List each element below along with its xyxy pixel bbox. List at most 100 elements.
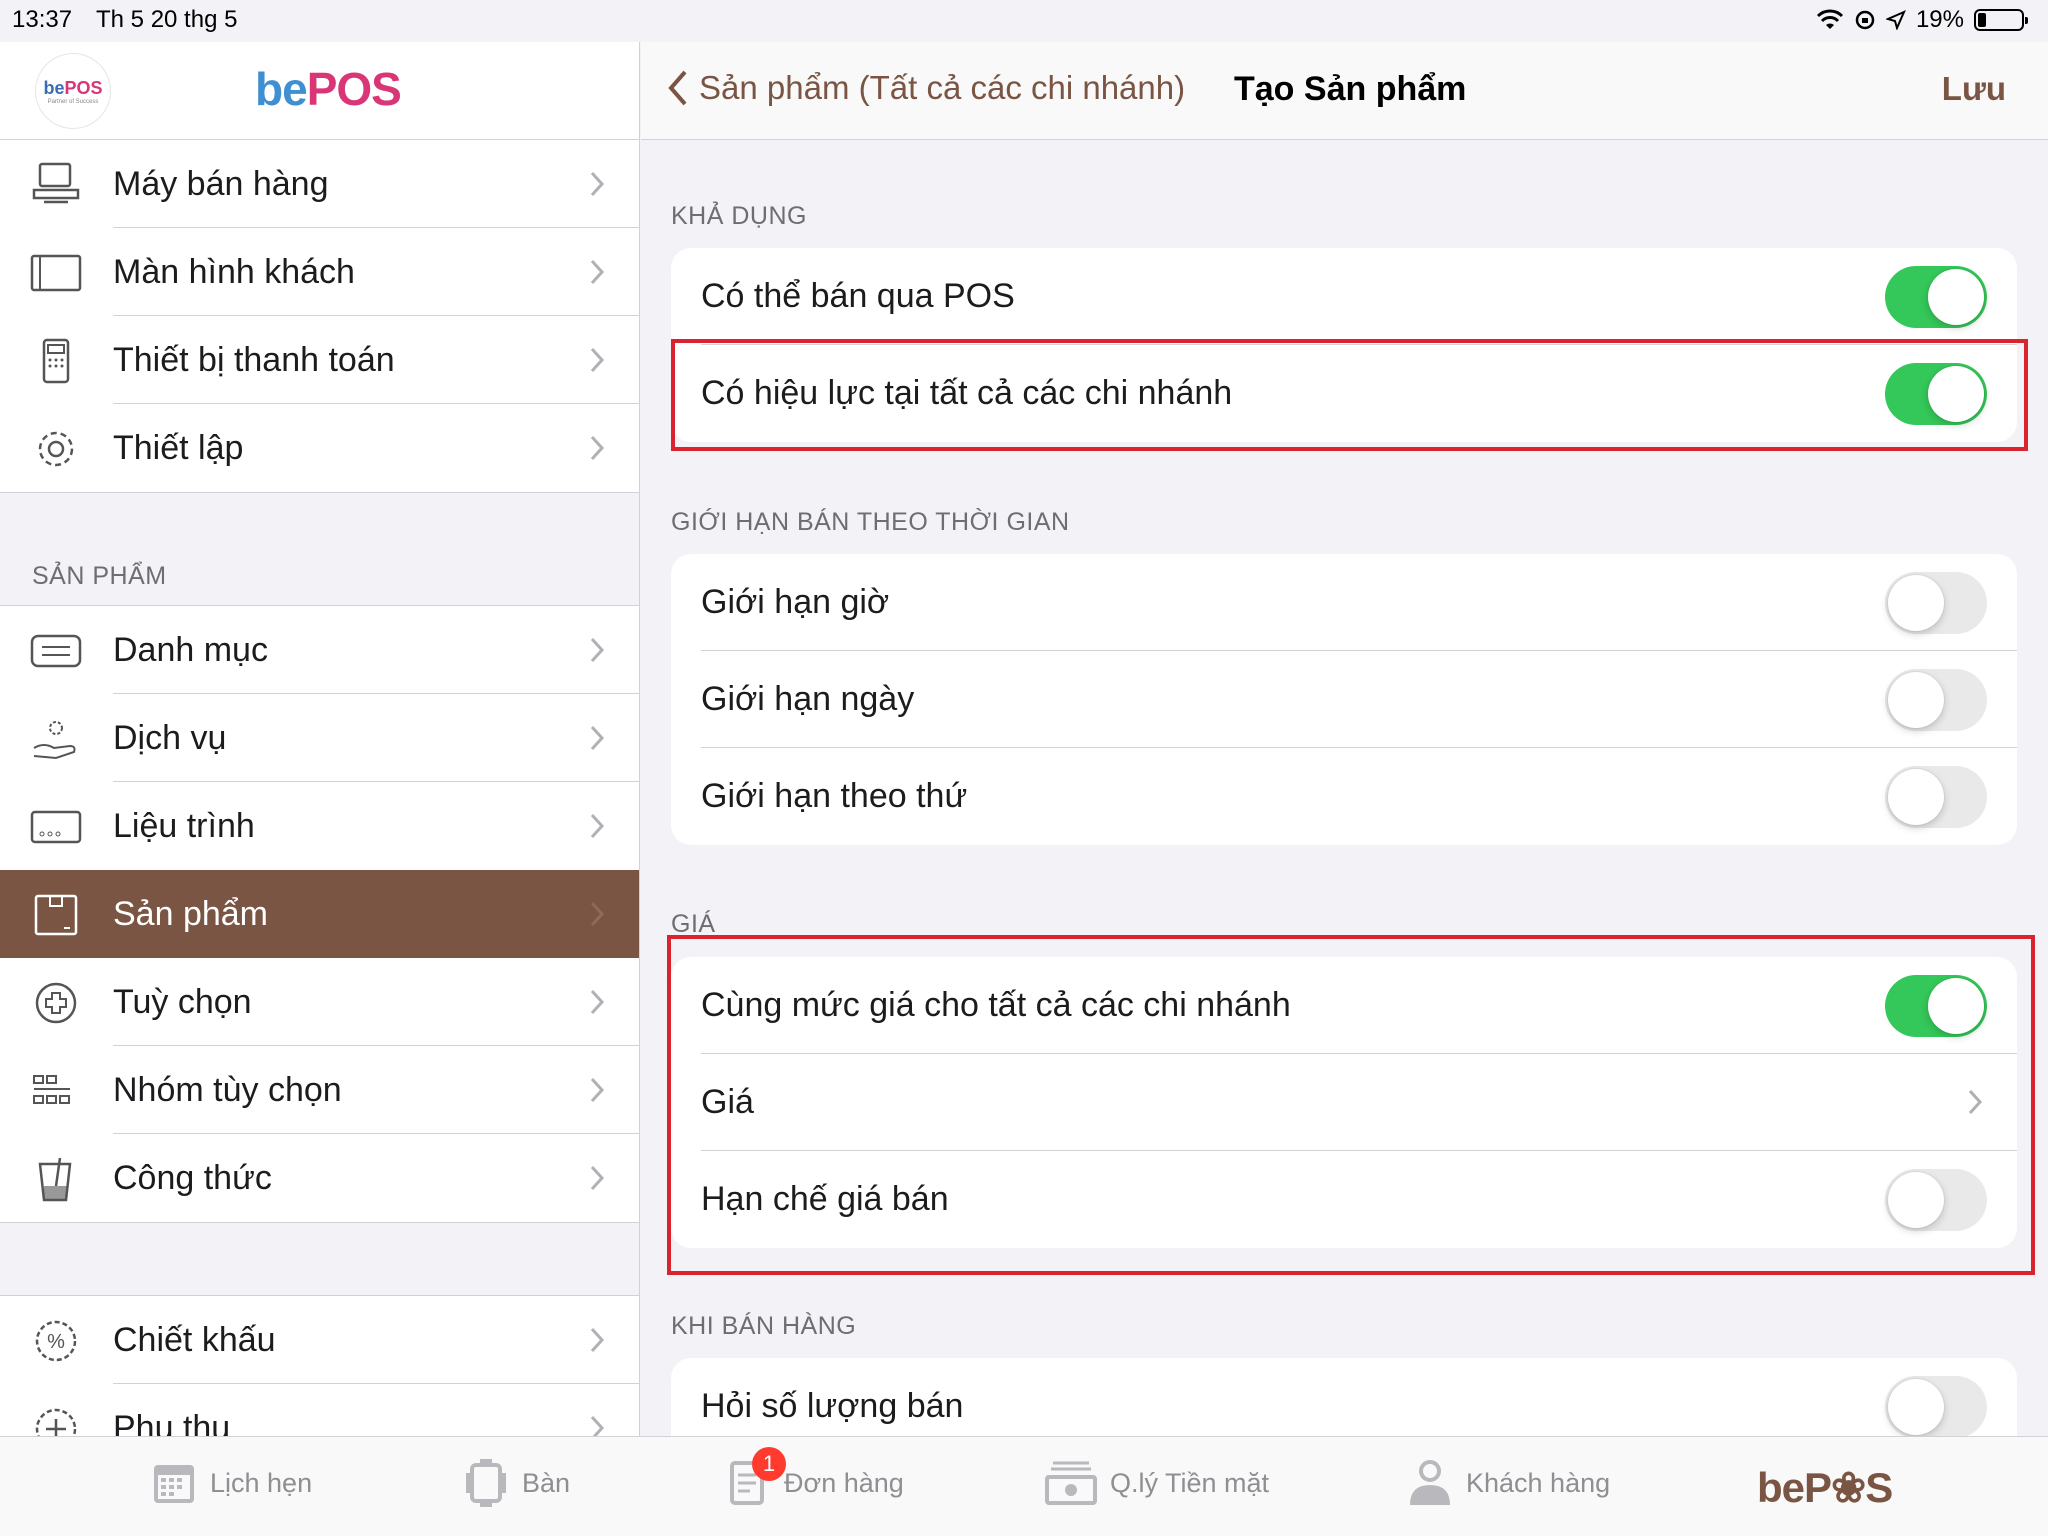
restrict-price-toggle[interactable] xyxy=(1885,1169,1987,1231)
price-card: Cùng mức giá cho tất cả các chi nhánh Gi… xyxy=(671,957,2017,1248)
plus-circle-icon xyxy=(35,982,77,1024)
sidebar-item-label: Thiết lập xyxy=(113,429,244,467)
sidebar-item-option-group[interactable]: Nhóm tùy chọn xyxy=(0,1046,639,1134)
weekday-limit-toggle[interactable] xyxy=(1885,766,1987,828)
status-right: 19% xyxy=(1816,6,2028,34)
sidebar-item-label: Sản phẩm xyxy=(113,895,268,933)
sidebar-item-label: Phụ thu xyxy=(113,1409,231,1436)
all-branches-toggle[interactable] xyxy=(1885,363,1987,425)
cash-icon xyxy=(1045,1461,1097,1505)
tab-label: Q.lý Tiền mặt xyxy=(1110,1467,1270,1498)
brand-title: bePOS xyxy=(255,63,402,115)
beaker-icon xyxy=(38,1157,72,1202)
navbar: Sản phẩm (Tất cả các chi nhánh) Tạo Sản … xyxy=(641,42,2048,140)
chevron-right-icon xyxy=(590,1077,605,1103)
svg-text:%: % xyxy=(47,1331,65,1353)
back-label: Sản phẩm (Tất cả các chi nhánh) xyxy=(699,69,1186,106)
pos-terminal-icon xyxy=(32,162,80,204)
tab-orders[interactable]: 1 Đơn hàng xyxy=(724,1447,904,1509)
chevron-right-icon xyxy=(590,1165,605,1191)
sell-via-pos-toggle[interactable] xyxy=(1885,266,1987,328)
tab-appointments[interactable]: Lịch hẹn xyxy=(150,1457,312,1509)
row-hour-limit: Giới hạn giờ xyxy=(671,554,2017,651)
sidebar-item-category[interactable]: Danh mục xyxy=(0,606,639,694)
chevron-right-icon xyxy=(590,435,605,461)
chevron-right-icon xyxy=(590,1327,605,1353)
tab-cash-management[interactable]: Q.lý Tiền mặt xyxy=(1044,1457,1269,1509)
availability-card: Có thể bán qua POS Có hiệu lực tại tất c… xyxy=(671,248,2017,442)
section-title-time-limit: GIỚI HẠN BÁN THEO THỜI GIAN xyxy=(671,508,1070,536)
sidebar-group-products: Danh mục Dịch vụ Liệu trình Sản phẩm Tuỳ… xyxy=(0,605,639,1223)
row-restrict-price: Hạn chế giá bán xyxy=(671,1151,2017,1248)
row-label: Giá xyxy=(701,1083,754,1121)
row-label: Hạn chế giá bán xyxy=(701,1180,949,1218)
back-button[interactable]: Sản phẩm (Tất cả các chi nhánh) xyxy=(667,68,1185,108)
sidebar-item-service[interactable]: Dịch vụ xyxy=(0,694,639,782)
row-weekday-limit: Giới hạn theo thứ xyxy=(671,748,2017,845)
sidebar-item-treatment[interactable]: Liệu trình xyxy=(0,782,639,870)
page-title: Tạo Sản phẩm xyxy=(1234,70,1467,108)
table-icon xyxy=(466,1459,506,1507)
tab-customers[interactable]: Khách hàng xyxy=(1406,1457,1610,1509)
row-day-limit: Giới hạn ngày xyxy=(671,651,2017,748)
wifi-icon xyxy=(1816,9,1844,29)
chevron-right-icon xyxy=(590,901,605,927)
logo: bePOS Partner of Success xyxy=(36,54,110,128)
battery-icon xyxy=(1974,9,2028,31)
hour-limit-toggle[interactable] xyxy=(1885,572,1987,634)
tab-bepos-brand[interactable]: beP❀S xyxy=(1757,1463,1893,1512)
row-price[interactable]: Giá xyxy=(671,1054,2017,1151)
status-date: Th 5 20 thg 5 xyxy=(96,6,238,33)
tab-bar: Lịch hẹn Bàn 1 Đơn hàng Q.lý Tiền mặt Kh… xyxy=(0,1436,2048,1536)
row-label: Hỏi số lượng bán xyxy=(701,1387,964,1425)
gear-icon xyxy=(38,431,74,467)
tab-label: Bàn xyxy=(522,1467,571,1498)
location-icon xyxy=(1885,10,1906,30)
display-icon xyxy=(30,254,82,292)
section-title-products: SẢN PHẨM xyxy=(32,562,167,590)
tab-label: Lịch hẹn xyxy=(210,1467,313,1498)
sidebar-item-label: Dịch vụ xyxy=(113,719,227,757)
ask-quantity-toggle[interactable] xyxy=(1885,1376,1987,1436)
save-button[interactable]: Lưu xyxy=(1942,70,2006,108)
grid-icon xyxy=(33,1075,70,1104)
category-icon xyxy=(30,634,82,668)
payment-device-icon xyxy=(42,338,70,384)
row-label: Cùng mức giá cho tất cả các chi nhánh xyxy=(701,986,1291,1024)
main-panel: Sản phẩm (Tất cả các chi nhánh) Tạo Sản … xyxy=(641,42,2048,1436)
chevron-right-icon xyxy=(590,813,605,839)
same-price-toggle[interactable] xyxy=(1885,975,1987,1037)
sidebar-item-surcharge[interactable]: Phụ thu xyxy=(0,1384,639,1436)
discount-icon: % xyxy=(35,1320,77,1362)
day-limit-toggle[interactable] xyxy=(1885,669,1987,731)
row-same-price: Cùng mức giá cho tất cả các chi nhánh xyxy=(671,957,2017,1054)
sidebar-item-recipe[interactable]: Công thức xyxy=(0,1134,639,1222)
chevron-right-icon xyxy=(590,171,605,197)
chevron-left-icon xyxy=(668,70,687,106)
chevron-right-icon xyxy=(590,725,605,751)
row-label: Giới hạn theo thứ xyxy=(701,777,968,815)
sidebar-item-label: Liệu trình xyxy=(113,807,255,845)
sidebar-item-payment-device[interactable]: Thiết bị thanh toán xyxy=(0,316,639,404)
sidebar-item-settings[interactable]: Thiết lập xyxy=(0,404,639,492)
when-selling-card: Hỏi số lượng bán xyxy=(671,1358,2017,1436)
service-icon xyxy=(33,721,76,760)
sidebar-item-label: Màn hình khách xyxy=(113,253,355,291)
calendar-icon xyxy=(154,1465,194,1503)
tab-label: Đơn hàng xyxy=(784,1467,904,1498)
sidebar-item-label: Chiết khấu xyxy=(113,1321,276,1359)
section-title-when-selling: KHI BÁN HÀNG xyxy=(671,1312,857,1340)
sidebar-item-options[interactable]: Tuỳ chọn xyxy=(0,958,639,1046)
sidebar-item-customer-display[interactable]: Màn hình khách xyxy=(0,228,639,316)
sidebar-item-pos-terminal[interactable]: Máy bán hàng xyxy=(0,140,639,228)
sidebar-item-product[interactable]: Sản phẩm xyxy=(0,870,639,958)
sidebar-item-label: Thiết bị thanh toán xyxy=(113,341,395,379)
surcharge-icon xyxy=(35,1408,77,1436)
sidebar: bePOS Partner of Success bePOS Máy bán h… xyxy=(0,42,640,1436)
sidebar-item-discount[interactable]: % Chiết khấu xyxy=(0,1296,639,1384)
row-sell-via-pos: Có thể bán qua POS xyxy=(671,248,2017,345)
chevron-right-icon xyxy=(1968,1089,1983,1115)
status-bar: 13:37 Th 5 20 thg 5 19% xyxy=(0,0,2048,42)
tab-tables[interactable]: Bàn xyxy=(462,1457,570,1509)
